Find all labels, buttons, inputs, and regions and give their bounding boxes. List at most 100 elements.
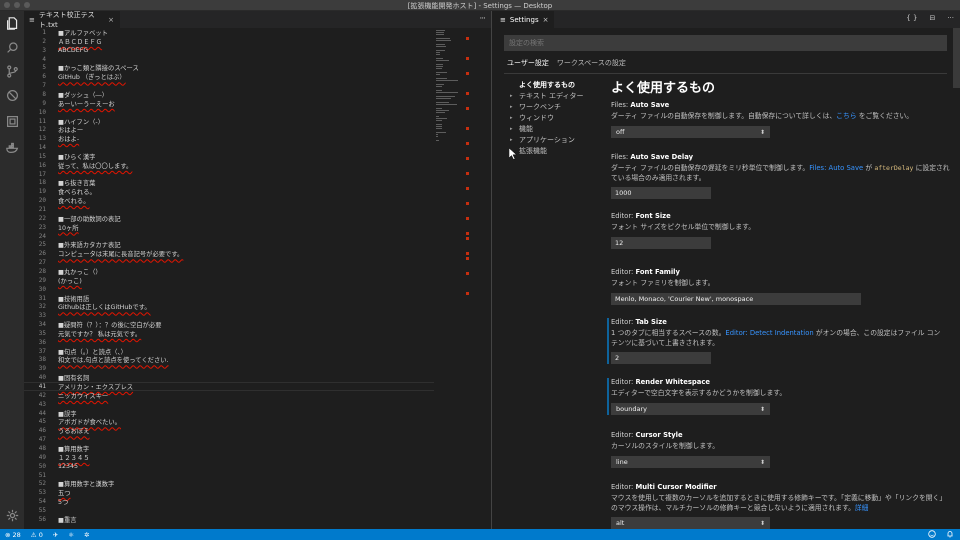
editor-line[interactable]: 7	[24, 81, 434, 90]
editor-line[interactable]: 14	[24, 143, 434, 152]
editor-line[interactable]: 34 ■疑問符（？）：？の後に空白が必要	[24, 320, 434, 329]
extensions-icon[interactable]	[0, 111, 24, 131]
bell-icon[interactable]	[946, 530, 954, 538]
editor-line[interactable]: 52 ■算用数字と漢数字	[24, 479, 434, 488]
tab-workspace-settings[interactable]: ワークスペースの設定	[557, 58, 626, 74]
setting-dropdown[interactable]: alt ⬍	[611, 517, 770, 529]
status-item-star[interactable]: ✲	[84, 531, 89, 539]
editor-line[interactable]: 54 5つ	[24, 497, 434, 506]
setting-dropdown[interactable]: boundary ⬍	[611, 402, 770, 415]
files-icon[interactable]	[0, 13, 24, 33]
editor-line[interactable]: 12 おはよー	[24, 125, 434, 134]
editor-line[interactable]: 24	[24, 232, 434, 241]
editor-line[interactable]: 2 ＡＢＣＤＥＦＧ	[24, 37, 434, 46]
editor-line[interactable]: 35 元気ですか？ 私は元気です。	[24, 329, 434, 338]
editor-line[interactable]: 40 ■固有名詞	[24, 373, 434, 382]
editor-line[interactable]: 56 ■重言	[24, 515, 434, 524]
editor-line[interactable]: 28 ■丸かっこ（）	[24, 267, 434, 276]
setting-input[interactable]: Menlo, Monaco, 'Courier New', monospace	[611, 292, 861, 305]
setting-link[interactable]: 詳細	[855, 504, 869, 512]
editor-line[interactable]: 32 Githubは正しくはGitHubです。	[24, 302, 434, 311]
docker-icon[interactable]	[0, 137, 24, 157]
problems-warnings[interactable]: ⚠ 0	[31, 531, 43, 539]
split-editor-icon[interactable]: ⊟	[929, 14, 935, 22]
editor-line[interactable]: 38 和文では,句点と読点を使ってください.	[24, 355, 434, 364]
editor-line[interactable]: 10	[24, 108, 434, 117]
toc-item[interactable]: ▸拡張機能	[510, 146, 600, 157]
tab-user-settings[interactable]: ユーザー設定	[507, 58, 549, 74]
editor-line[interactable]: 46 うるおぼえ	[24, 426, 434, 435]
editor-line[interactable]: 15 ■ひらく漢字	[24, 152, 434, 161]
setting-dropdown[interactable]: off ⬍	[611, 125, 770, 138]
search-icon[interactable]	[0, 37, 24, 57]
toc-item[interactable]: ▸ ウィンドウ	[510, 113, 600, 124]
settings-gear-icon[interactable]	[0, 505, 24, 525]
tab-text-file[interactable]: ≡ テキスト校正テスト.txt ×	[24, 11, 120, 29]
close-icon[interactable]: ×	[543, 16, 549, 24]
toc-item[interactable]: ▸ ワークベンチ	[510, 102, 600, 113]
editor-line[interactable]: 22 ■一部の助数詞の表記	[24, 214, 434, 223]
text-editor[interactable]: 1 ■アルファベット 2 ＡＢＣＤＥＦＧ 3 ABCDEFG 4 5 ■かっこ類と隣接のスペース…	[24, 28, 491, 529]
toc-item[interactable]: よく使用するもの	[510, 80, 600, 91]
editor-line[interactable]: 9 あーいーうーえーお	[24, 99, 434, 108]
settings-scrollbar[interactable]	[953, 28, 960, 88]
toc-item[interactable]: ▸ アプリケーション	[510, 135, 600, 146]
editor-line[interactable]: 48 ■算用数字	[24, 444, 434, 453]
editor-line[interactable]: 16 従って、私は〇〇します。	[24, 161, 434, 170]
setting-link[interactable]: Files: Auto Save	[809, 164, 863, 172]
editor-line[interactable]: 30	[24, 285, 434, 294]
editor-line[interactable]: 51	[24, 471, 434, 480]
editor-line[interactable]: 21	[24, 205, 434, 214]
editor-line[interactable]: 39	[24, 364, 434, 373]
editor-line[interactable]: 43	[24, 400, 434, 409]
editor-line[interactable]: 41 アメリカン・エクスプレス	[24, 382, 434, 391]
status-item-plane[interactable]: ✈	[53, 531, 58, 539]
editor-line[interactable]: 31 ■技術用語	[24, 294, 434, 303]
setting-input[interactable]: 1000	[611, 187, 711, 199]
editor-line[interactable]: 42 ニッカウイスキー	[24, 391, 434, 400]
editor-line[interactable]: 53 五つ	[24, 488, 434, 497]
tab-settings[interactable]: ≡ Settings ×	[492, 11, 554, 28]
setting-dropdown[interactable]: line ⬍	[611, 455, 770, 468]
source-control-icon[interactable]	[0, 61, 24, 81]
editor-line[interactable]: 23 10ヶ所	[24, 223, 434, 232]
editor-line[interactable]: 44 ■誤字	[24, 409, 434, 418]
editor-line[interactable]: 45 アボガドが食べたい。	[24, 417, 434, 426]
editor-line[interactable]: 17	[24, 170, 434, 179]
problems-errors[interactable]: ⊗ 28	[5, 531, 21, 539]
more-actions-icon[interactable]: ···	[947, 14, 954, 22]
editor-line[interactable]: 55	[24, 506, 434, 515]
editor-line[interactable]: 1 ■アルファベット	[24, 28, 434, 37]
setting-input[interactable]: 2	[611, 352, 711, 364]
editor-line[interactable]: 20 食べれる。	[24, 196, 434, 205]
editor-line[interactable]: 18 ■ら抜き言葉	[24, 178, 434, 187]
toc-item[interactable]: ▸ 機能	[510, 124, 600, 135]
editor-line[interactable]: 6 GitHub （ぎっとはぶ）	[24, 72, 434, 81]
more-actions-icon[interactable]: ···	[479, 14, 486, 24]
status-item-atom[interactable]: ⚛	[68, 531, 74, 539]
toc-item[interactable]: ▸ テキスト エディター	[510, 91, 600, 102]
editor-line[interactable]: 33	[24, 311, 434, 320]
editor-line[interactable]: 4	[24, 55, 434, 64]
editor-line[interactable]: 26 コンピュータは末尾に長音記号が必要です。	[24, 249, 434, 258]
editor-line[interactable]: 37 ■句点（。）と読点（、）	[24, 347, 434, 356]
editor-line[interactable]: 13 おはよ-	[24, 134, 434, 143]
smiley-icon[interactable]	[928, 530, 936, 538]
settings-search-input[interactable]	[504, 35, 947, 51]
editor-line[interactable]: 36	[24, 338, 434, 347]
setting-link[interactable]: こちら	[836, 112, 856, 120]
editor-line[interactable]: 11 ■ハイフン（-）	[24, 117, 434, 126]
open-json-icon[interactable]: { }	[906, 14, 917, 22]
editor-line[interactable]: 50 12345	[24, 462, 434, 471]
debug-icon[interactable]	[0, 85, 24, 105]
editor-line[interactable]: 3 ABCDEFG	[24, 46, 434, 55]
editor-line[interactable]: 27	[24, 258, 434, 267]
editor-line[interactable]: 5 ■かっこ類と隣接のスペース	[24, 63, 434, 72]
editor-line[interactable]: 19 食べられる。	[24, 187, 434, 196]
setting-input[interactable]: 12	[611, 236, 711, 249]
editor-line[interactable]: 25 ■外来語カタカナ表記	[24, 240, 434, 249]
editor-line[interactable]: 29 (かっこ)	[24, 276, 434, 285]
setting-link[interactable]: Editor: Detect Indentation	[725, 329, 813, 337]
editor-line[interactable]: 47	[24, 435, 434, 444]
editor-line[interactable]: 49 １２３４５	[24, 453, 434, 462]
